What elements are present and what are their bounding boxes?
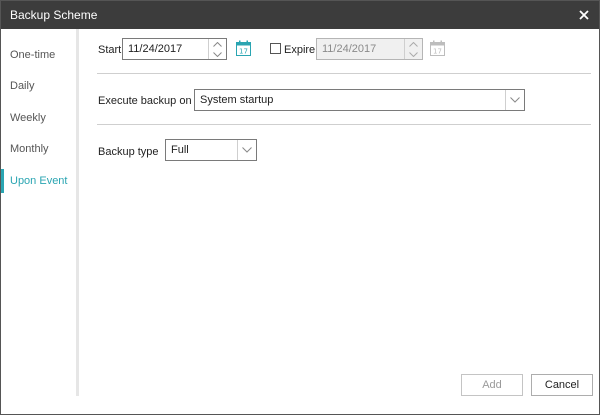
close-icon [579,10,589,20]
expire-checkbox[interactable] [270,43,281,54]
sidebar-item-upon-event[interactable]: Upon Event [1,167,77,195]
expire-calendar-icon[interactable]: 17 [430,40,445,56]
sidebar-item-one-time[interactable]: One-time [1,41,77,69]
chevron-down-icon [409,51,418,57]
start-date-spinner [208,39,226,59]
window-title: Backup Scheme [10,8,98,22]
backup-type-select[interactable]: Full [165,139,257,161]
title-bar[interactable]: Backup Scheme [1,1,599,29]
chevron-down-icon [213,51,222,57]
start-date-down-button[interactable] [209,49,226,59]
sidebar-item-weekly[interactable]: Weekly [1,104,77,132]
start-date-value: 11/24/2017 [128,43,183,55]
divider [97,73,591,74]
cancel-button[interactable]: Cancel [531,374,593,396]
backup-type-label: Backup type [98,146,159,158]
start-label: Start [98,44,122,56]
start-date-field[interactable]: 11/24/2017 [122,38,227,60]
sidebar-item-monthly[interactable]: Monthly [1,135,77,163]
execute-event-select[interactable]: System startup [194,89,525,111]
svg-text:17: 17 [433,48,442,56]
start-date-up-button[interactable] [209,39,226,49]
execute-event-value: System startup [200,94,274,106]
backup-type-value: Full [171,144,189,156]
execute-backup-label: Execute backup on [98,95,192,107]
svg-text:17: 17 [239,48,248,56]
chevron-up-icon [409,41,418,47]
divider [97,124,591,125]
close-button[interactable] [573,4,595,26]
schedule-type-sidebar: One-time Daily Weekly Monthly Upon Event [1,29,79,396]
execute-event-dropdown-button[interactable] [505,90,524,110]
backup-type-dropdown-button[interactable] [237,140,256,160]
expire-date-down-button[interactable] [405,49,422,59]
expire-date-value: 11/24/2017 [322,43,377,55]
chevron-up-icon [213,41,222,47]
expire-date-spinner [404,39,422,59]
chevron-down-icon [242,147,252,153]
expire-label: Expire [284,44,316,56]
expire-date-up-button[interactable] [405,39,422,49]
expire-date-field[interactable]: 11/24/2017 [316,38,423,60]
sidebar-item-daily[interactable]: Daily [1,72,77,100]
add-button[interactable]: Add [461,374,523,396]
chevron-down-icon [510,97,520,103]
start-calendar-icon[interactable]: 17 [236,40,251,56]
backup-scheme-dialog: Backup Scheme One-time Daily Weekly Mont… [0,0,600,415]
